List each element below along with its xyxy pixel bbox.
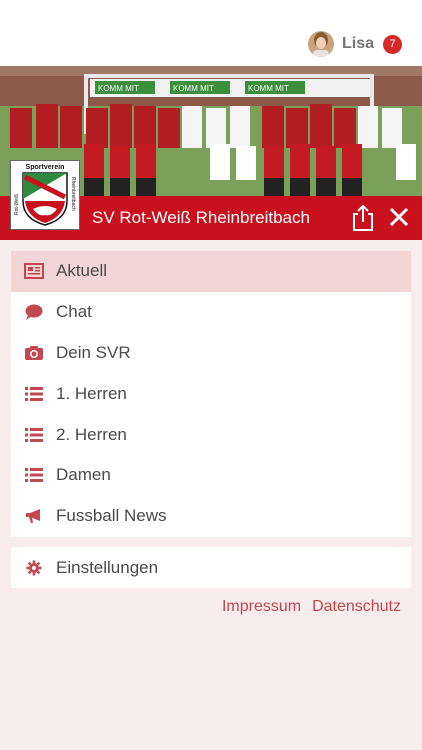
crest-text-top: Sportverein (26, 164, 65, 171)
menu-item-label: Fussball News (56, 506, 167, 526)
menu-item-damen[interactable]: Damen (11, 455, 411, 496)
chat-bubble-icon (24, 302, 44, 322)
menu-item-label: Einstellungen (56, 557, 159, 577)
megaphone-icon (24, 506, 44, 526)
menu-item-label: Damen (56, 465, 111, 485)
list-icon (24, 425, 44, 445)
crest-text-left: Rot-Weiß (14, 194, 20, 215)
navigation-menu: Aktuell Chat Dein SVR 1. Herren 2. Herre… (11, 251, 411, 537)
menu-item-einstellungen[interactable]: Einstellungen (11, 547, 411, 588)
menu-item-label: 1. Herren (56, 383, 127, 403)
close-icon[interactable] (388, 206, 410, 228)
menu-item-chat[interactable]: Chat (11, 292, 411, 333)
menu-item-dein-svr[interactable]: Dein SVR (11, 333, 411, 374)
menu-item-label: Chat (56, 302, 92, 322)
notification-badge[interactable]: 7 (383, 34, 402, 54)
club-name: SV Rot-Weiß Rheinbreitbach (92, 208, 310, 227)
gear-icon (24, 558, 44, 578)
share-icon[interactable] (350, 204, 376, 232)
menu-item-fussball-news[interactable]: Fussball News (11, 496, 411, 537)
camera-icon (24, 343, 44, 363)
club-crest-logo: Sportverein Rot-Weiß Rheinbreitbach (10, 160, 80, 230)
list-icon (24, 384, 44, 404)
menu-item-label: Dein SVR (56, 342, 131, 362)
crest-text-right: Rheinbreitbach (70, 177, 76, 211)
top-bar: Lisa 7 (0, 0, 422, 66)
footer-links: Impressum Datenschutz (211, 598, 401, 616)
menu-item-2-herren[interactable]: 2. Herren (11, 414, 411, 455)
banner-text: KOMM MIT (173, 84, 214, 93)
user-profile[interactable]: Lisa 7 (307, 30, 402, 58)
list-icon (24, 465, 44, 485)
banner-text: KOMM MIT (248, 84, 289, 93)
menu-item-aktuell[interactable]: Aktuell (11, 251, 411, 292)
banner-text: KOMM MIT (98, 84, 139, 93)
avatar[interactable] (307, 31, 334, 57)
menu-item-label: 2. Herren (56, 424, 127, 444)
user-name[interactable]: Lisa (342, 35, 374, 53)
impressum-link[interactable]: Impressum (222, 598, 301, 616)
datenschutz-link[interactable]: Datenschutz (312, 598, 401, 616)
menu-item-label: Aktuell (56, 261, 108, 281)
newspaper-icon (24, 261, 44, 281)
menu-item-1-herren[interactable]: 1. Herren (11, 373, 411, 414)
